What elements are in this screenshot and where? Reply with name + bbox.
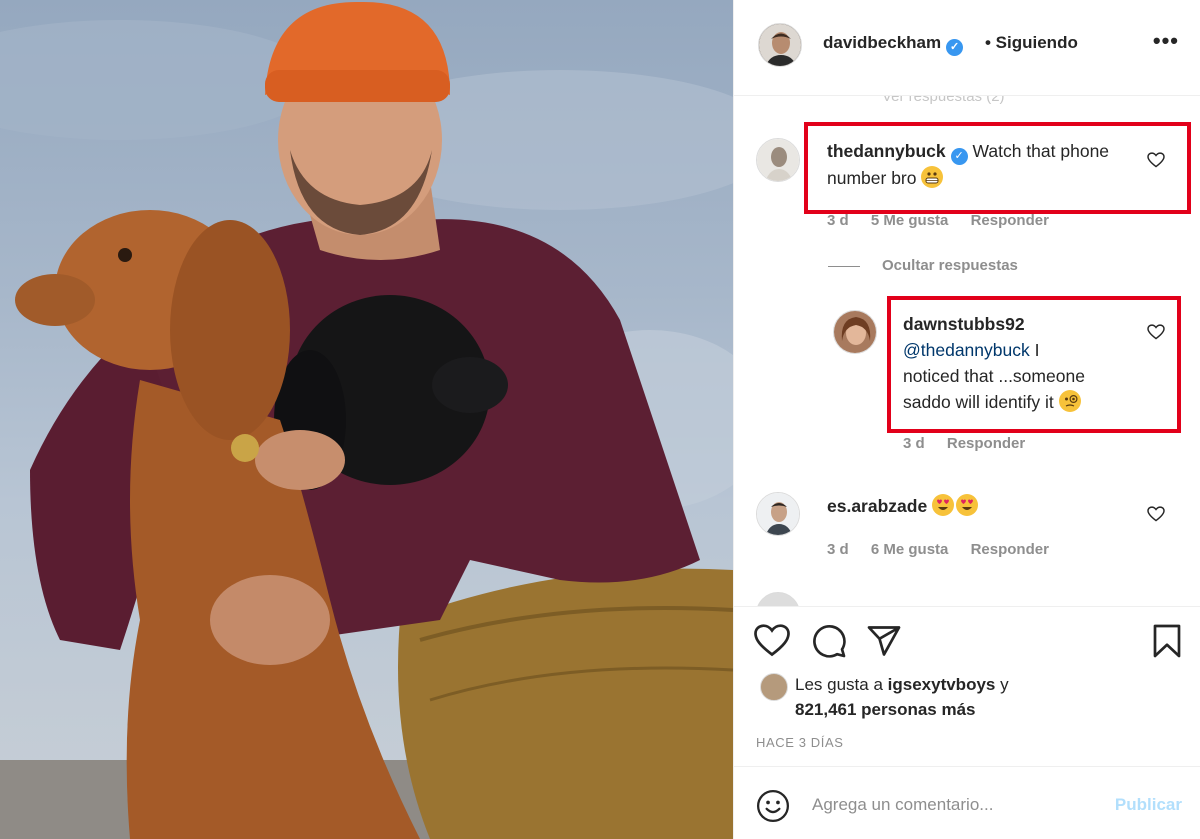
comment-avatar[interactable] [756, 492, 800, 536]
likes-summary-line1: Les gusta a igsexytvboys y [795, 675, 1009, 695]
reply-username[interactable]: dawnstubbs92 [903, 314, 1025, 334]
reply-button[interactable]: Responder [947, 435, 1025, 452]
publish-button[interactable]: Publicar [1115, 795, 1182, 815]
comment-likes-count[interactable]: 6 Me gusta [871, 541, 949, 558]
like-heart-icon[interactable] [754, 623, 790, 659]
view-replies-link[interactable]: Ver respuestas (2) [882, 96, 1005, 105]
verified-badge-icon: ✓ [950, 148, 968, 165]
comment-meta: 3 d 5 Me gusta Responder [827, 212, 1067, 229]
more-options-icon[interactable]: ••• [1153, 28, 1179, 54]
reply-text-line2: noticed that ...someone [903, 366, 1085, 386]
comment-username[interactable]: es.arabzade [827, 496, 927, 516]
heart-eyes-icon [932, 494, 955, 516]
comment-age: 3 d [827, 212, 849, 229]
reply-mention[interactable]: @thedannybuck [903, 340, 1030, 360]
like-heart-icon[interactable] [1147, 324, 1165, 340]
add-comment-bar: Publicar [734, 766, 1200, 839]
verified-badge-icon: ✓ [946, 39, 964, 56]
author-avatar[interactable] [758, 23, 802, 67]
monocle-face-icon [1058, 390, 1081, 412]
comments-list[interactable]: Ver respuestas (2) thedannybuck ✓ Watch t… [734, 96, 1200, 606]
liker-username[interactable]: igsexytvboys [888, 675, 996, 694]
likes-count[interactable]: 821,461 personas más [795, 700, 976, 720]
author-username[interactable]: davidbeckham [823, 33, 941, 52]
post-side-panel: davidbeckham ✓ • Siguiendo ••• Ver respue… [733, 0, 1200, 839]
like-heart-icon[interactable] [1147, 506, 1165, 522]
comment-meta: 3 d 6 Me gusta Responder [827, 541, 1067, 558]
grimacing-face-icon [921, 166, 944, 188]
post-image-illustration [0, 1, 733, 839]
reply-button[interactable]: Responder [971, 541, 1049, 558]
post-photo[interactable] [0, 0, 733, 839]
hide-replies-button[interactable]: Ocultar respuestas [882, 257, 1018, 274]
comment-body: es.arabzade [827, 493, 1137, 519]
reply-age: 3 d [903, 435, 925, 452]
post-header: davidbeckham ✓ • Siguiendo ••• [734, 0, 1200, 96]
hide-replies-line [828, 266, 860, 267]
heart-eyes-icon [956, 494, 979, 516]
reply-text-line3: saddo will identify it [903, 392, 1054, 412]
comment-body: thedannybuck ✓ Watch that phone number br… [827, 138, 1137, 191]
comment-input[interactable] [812, 791, 1092, 819]
post-actions: Les gusta a igsexytvboys y 821,461 perso… [734, 606, 1200, 766]
comment-bubble-icon[interactable] [811, 623, 847, 659]
post-timestamp[interactable]: HACE 3 DÍAS [756, 735, 844, 750]
following-status[interactable]: • Siguiendo [985, 33, 1078, 53]
likes-and: y [1000, 675, 1009, 694]
comment-avatar[interactable] [756, 138, 800, 182]
author-username-row: davidbeckham ✓ [823, 33, 964, 56]
share-send-icon[interactable] [866, 623, 902, 659]
reply-body: dawnstubbs92 @thedannybuck I noticed tha… [903, 311, 1133, 415]
comment-username[interactable]: thedannybuck [827, 141, 946, 161]
reply-meta: 3 d Responder [903, 435, 1043, 452]
comment-avatar[interactable] [756, 592, 800, 606]
save-bookmark-icon[interactable] [1149, 623, 1185, 659]
likes-prefix: Les gusta a [795, 675, 883, 694]
comment-age: 3 d [827, 541, 849, 558]
reply-button[interactable]: Responder [971, 212, 1049, 229]
like-heart-icon[interactable] [1147, 152, 1165, 168]
emoji-picker-icon[interactable] [756, 789, 790, 823]
reply-text-line1: I [1034, 340, 1040, 360]
liker-avatar[interactable] [760, 673, 788, 701]
reply-avatar[interactable] [833, 310, 877, 354]
comment-likes-count[interactable]: 5 Me gusta [871, 212, 949, 229]
